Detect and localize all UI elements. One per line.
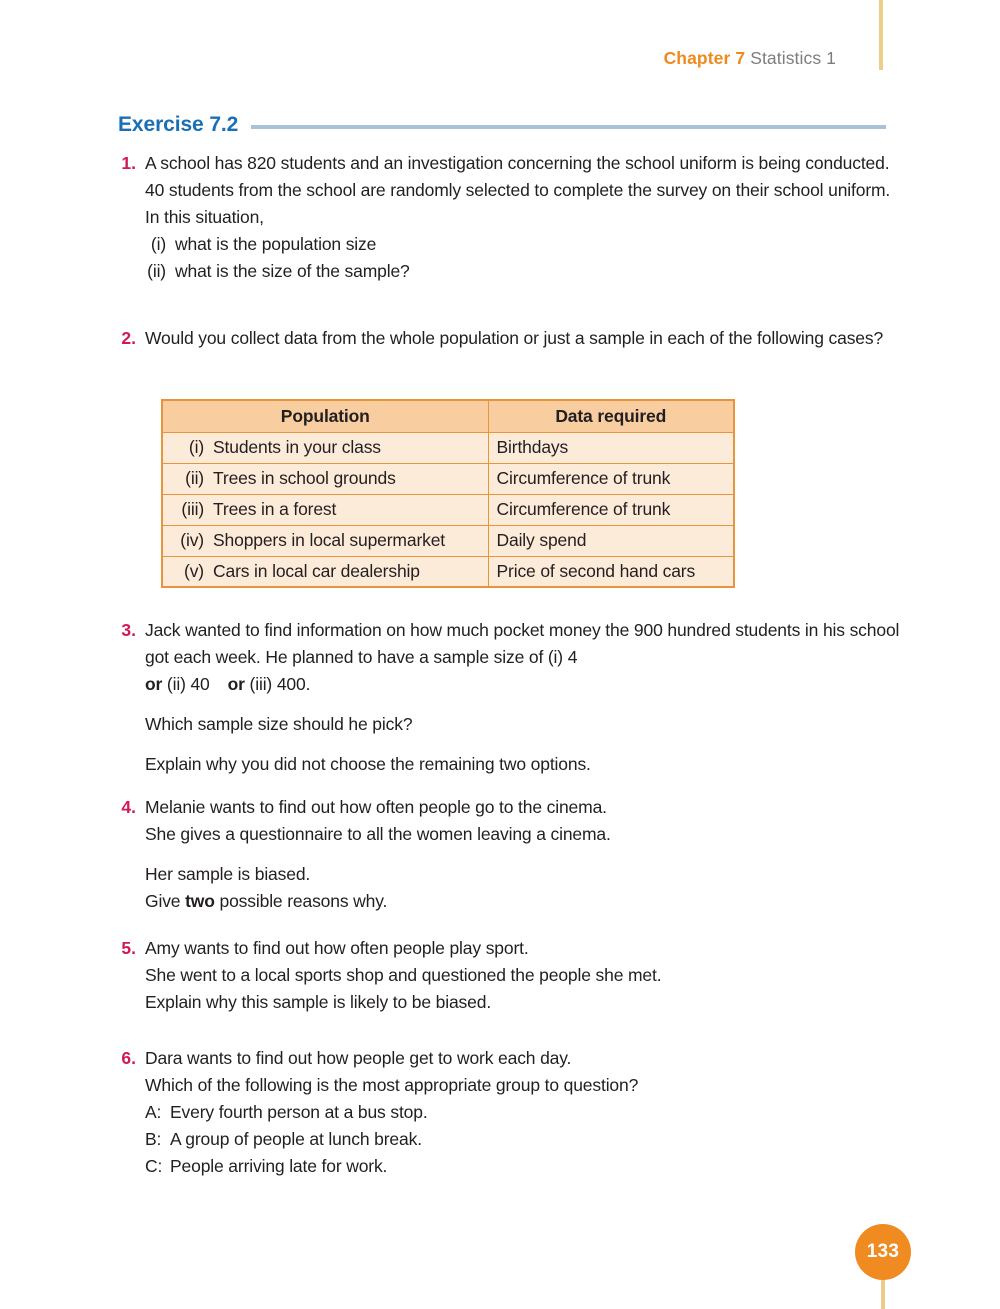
give-text: Give bbox=[145, 891, 186, 911]
exercise-heading: Exercise 7.2 bbox=[118, 113, 886, 137]
sample-size-2: (ii) 40 bbox=[162, 674, 210, 694]
page-badge-stem bbox=[881, 1278, 885, 1309]
list-item: (ii) what is the size of the sample? bbox=[145, 258, 908, 285]
population-data-table: Population Data required (i) Students in… bbox=[161, 399, 735, 588]
list-item: (i) what is the population size bbox=[145, 231, 908, 258]
option-text: Every fourth person at a bus stop. bbox=[170, 1102, 428, 1122]
option-marker: B: bbox=[145, 1129, 162, 1149]
question-number: 5. bbox=[121, 938, 136, 958]
two-bold: two bbox=[185, 891, 215, 911]
exercise-rule bbox=[251, 124, 886, 129]
question-line: A school has 820 students and an investi… bbox=[145, 153, 890, 173]
question-line: Amy wants to find out how often people p… bbox=[145, 938, 529, 958]
question-1: 1. A school has 820 students and an inve… bbox=[118, 150, 908, 285]
or-bold-1: or bbox=[145, 674, 163, 694]
cell-data-required: Birthdays bbox=[487, 431, 735, 464]
question-3: 3. Jack wanted to find information on ho… bbox=[118, 617, 908, 778]
question-line: She gives a questionnaire to all the wom… bbox=[145, 824, 611, 844]
question-line: Which of the following is the most appro… bbox=[145, 1075, 639, 1095]
question-line: Dara wants to find out how people get to… bbox=[145, 1048, 572, 1068]
page-number: 133 bbox=[855, 1224, 911, 1280]
question-6: 6. Dara wants to find out how people get… bbox=[118, 1045, 908, 1180]
header-gold-bar bbox=[879, 0, 883, 70]
table-header-row: Population Data required bbox=[161, 399, 735, 433]
question-line: Jack wanted to find information on how m… bbox=[145, 620, 900, 667]
table-row: (i) Students in your class Birthdays bbox=[161, 431, 735, 464]
row-population-text: Trees in a forest bbox=[213, 499, 337, 519]
row-marker: (v) bbox=[184, 560, 204, 581]
option-marker: A: bbox=[145, 1102, 162, 1122]
chapter-subject-label: Statistics 1 bbox=[750, 48, 836, 68]
question-number: 4. bbox=[121, 797, 136, 817]
textbook-page: Chapter 7 Statistics 1 Exercise 7.2 1. A … bbox=[0, 0, 1000, 1309]
option-text: People arriving late for work. bbox=[170, 1156, 388, 1176]
subitem-marker: (i) bbox=[150, 234, 166, 254]
cell-population: (iii) Trees in a forest bbox=[161, 493, 489, 526]
subitem-text: what is the size of the sample? bbox=[175, 261, 410, 281]
row-marker: (ii) bbox=[185, 468, 204, 488]
cell-data-required: Daily spend bbox=[487, 524, 735, 557]
question-5: 5. Amy wants to find out how often peopl… bbox=[118, 935, 908, 1016]
cell-population: (ii) Trees in school grounds bbox=[161, 462, 489, 495]
row-population-text: Students in your class bbox=[213, 437, 381, 457]
row-population-text: Trees in school grounds bbox=[213, 468, 396, 488]
question-line: Would you collect data from the whole po… bbox=[145, 328, 884, 348]
list-item: B: A group of people at lunch break. bbox=[145, 1126, 908, 1153]
question-4: 4. Melanie wants to find out how often p… bbox=[118, 794, 908, 915]
subitem-text: what is the population size bbox=[175, 234, 377, 254]
cell-population: (v) Cars in local car dealership bbox=[161, 555, 489, 588]
table-row: (ii) Trees in school grounds Circumferen… bbox=[161, 462, 735, 495]
cell-population: (iv) Shoppers in local supermarket bbox=[161, 524, 489, 557]
question-line: Explain why this sample is likely to be … bbox=[145, 992, 492, 1012]
or-bold-2: or bbox=[227, 674, 245, 694]
question-subitems: (i) what is the population size (ii) wha… bbox=[145, 231, 908, 285]
question-body: Would you collect data from the whole po… bbox=[145, 325, 908, 352]
question-number: 6. bbox=[121, 1048, 136, 1068]
question-sample-sizes-line: or (ii) 40 or (iii) 400. bbox=[145, 671, 908, 698]
question-line: 40 students from the school are randomly… bbox=[145, 180, 891, 227]
reasons-text: possible reasons why. bbox=[214, 891, 388, 911]
list-item: C: People arriving late for work. bbox=[145, 1153, 908, 1180]
question-2: 2. Would you collect data from the whole… bbox=[118, 325, 908, 352]
row-population-text: Shoppers in local supermarket bbox=[213, 530, 446, 550]
table-row: (iii) Trees in a forest Circumference of… bbox=[161, 493, 735, 526]
subitem-marker: (ii) bbox=[147, 261, 166, 281]
question-line-two-reasons: Give two possible reasons why. bbox=[145, 888, 908, 915]
question-body: A school has 820 students and an investi… bbox=[145, 150, 908, 285]
population-data-table-wrapper: Population Data required (i) Students in… bbox=[161, 399, 735, 588]
row-marker: (i) bbox=[188, 437, 204, 457]
question-body: Dara wants to find out how people get to… bbox=[145, 1045, 908, 1180]
row-marker: (iv) bbox=[180, 530, 204, 550]
question-line: Her sample is biased. bbox=[145, 864, 311, 884]
sample-size-3: (iii) 400. bbox=[244, 674, 311, 694]
cell-population: (i) Students in your class bbox=[161, 431, 489, 464]
option-text: A group of people at lunch break. bbox=[170, 1129, 422, 1149]
question-body: Amy wants to find out how often people p… bbox=[145, 935, 908, 1016]
cell-data-required: Price of second hand cars bbox=[487, 555, 735, 588]
table-row: (v) Cars in local car dealership Price o… bbox=[161, 555, 735, 588]
question-body: Melanie wants to find out how often peop… bbox=[145, 794, 908, 915]
question-options: A: Every fourth person at a bus stop. B:… bbox=[145, 1099, 908, 1180]
question-body: Jack wanted to find information on how m… bbox=[145, 617, 908, 778]
question-number: 2. bbox=[121, 328, 136, 348]
table-row: (iv) Shoppers in local supermarket Daily… bbox=[161, 524, 735, 557]
column-header-data-required: Data required bbox=[487, 399, 735, 433]
chapter-label: Chapter 7 bbox=[663, 48, 746, 68]
question-line: Explain why you did not choose the remai… bbox=[145, 754, 591, 774]
list-item: A: Every fourth person at a bus stop. bbox=[145, 1099, 908, 1126]
question-line: Melanie wants to find out how often peop… bbox=[145, 797, 607, 817]
running-header: Chapter 7 Statistics 1 bbox=[0, 48, 836, 69]
question-line: She went to a local sports shop and ques… bbox=[145, 965, 662, 985]
page-number-badge: 133 bbox=[855, 1224, 911, 1309]
cell-data-required: Circumference of trunk bbox=[487, 462, 735, 495]
question-line: Which sample size should he pick? bbox=[145, 714, 413, 734]
exercise-title: Exercise 7.2 bbox=[118, 113, 239, 136]
question-number: 3. bbox=[121, 620, 136, 640]
row-population-text: Cars in local car dealership bbox=[213, 560, 420, 581]
cell-data-required: Circumference of trunk bbox=[487, 493, 735, 526]
question-number: 1. bbox=[121, 153, 136, 173]
column-header-population: Population bbox=[161, 399, 489, 433]
row-marker: (iii) bbox=[181, 499, 204, 519]
option-marker: C: bbox=[145, 1156, 163, 1176]
